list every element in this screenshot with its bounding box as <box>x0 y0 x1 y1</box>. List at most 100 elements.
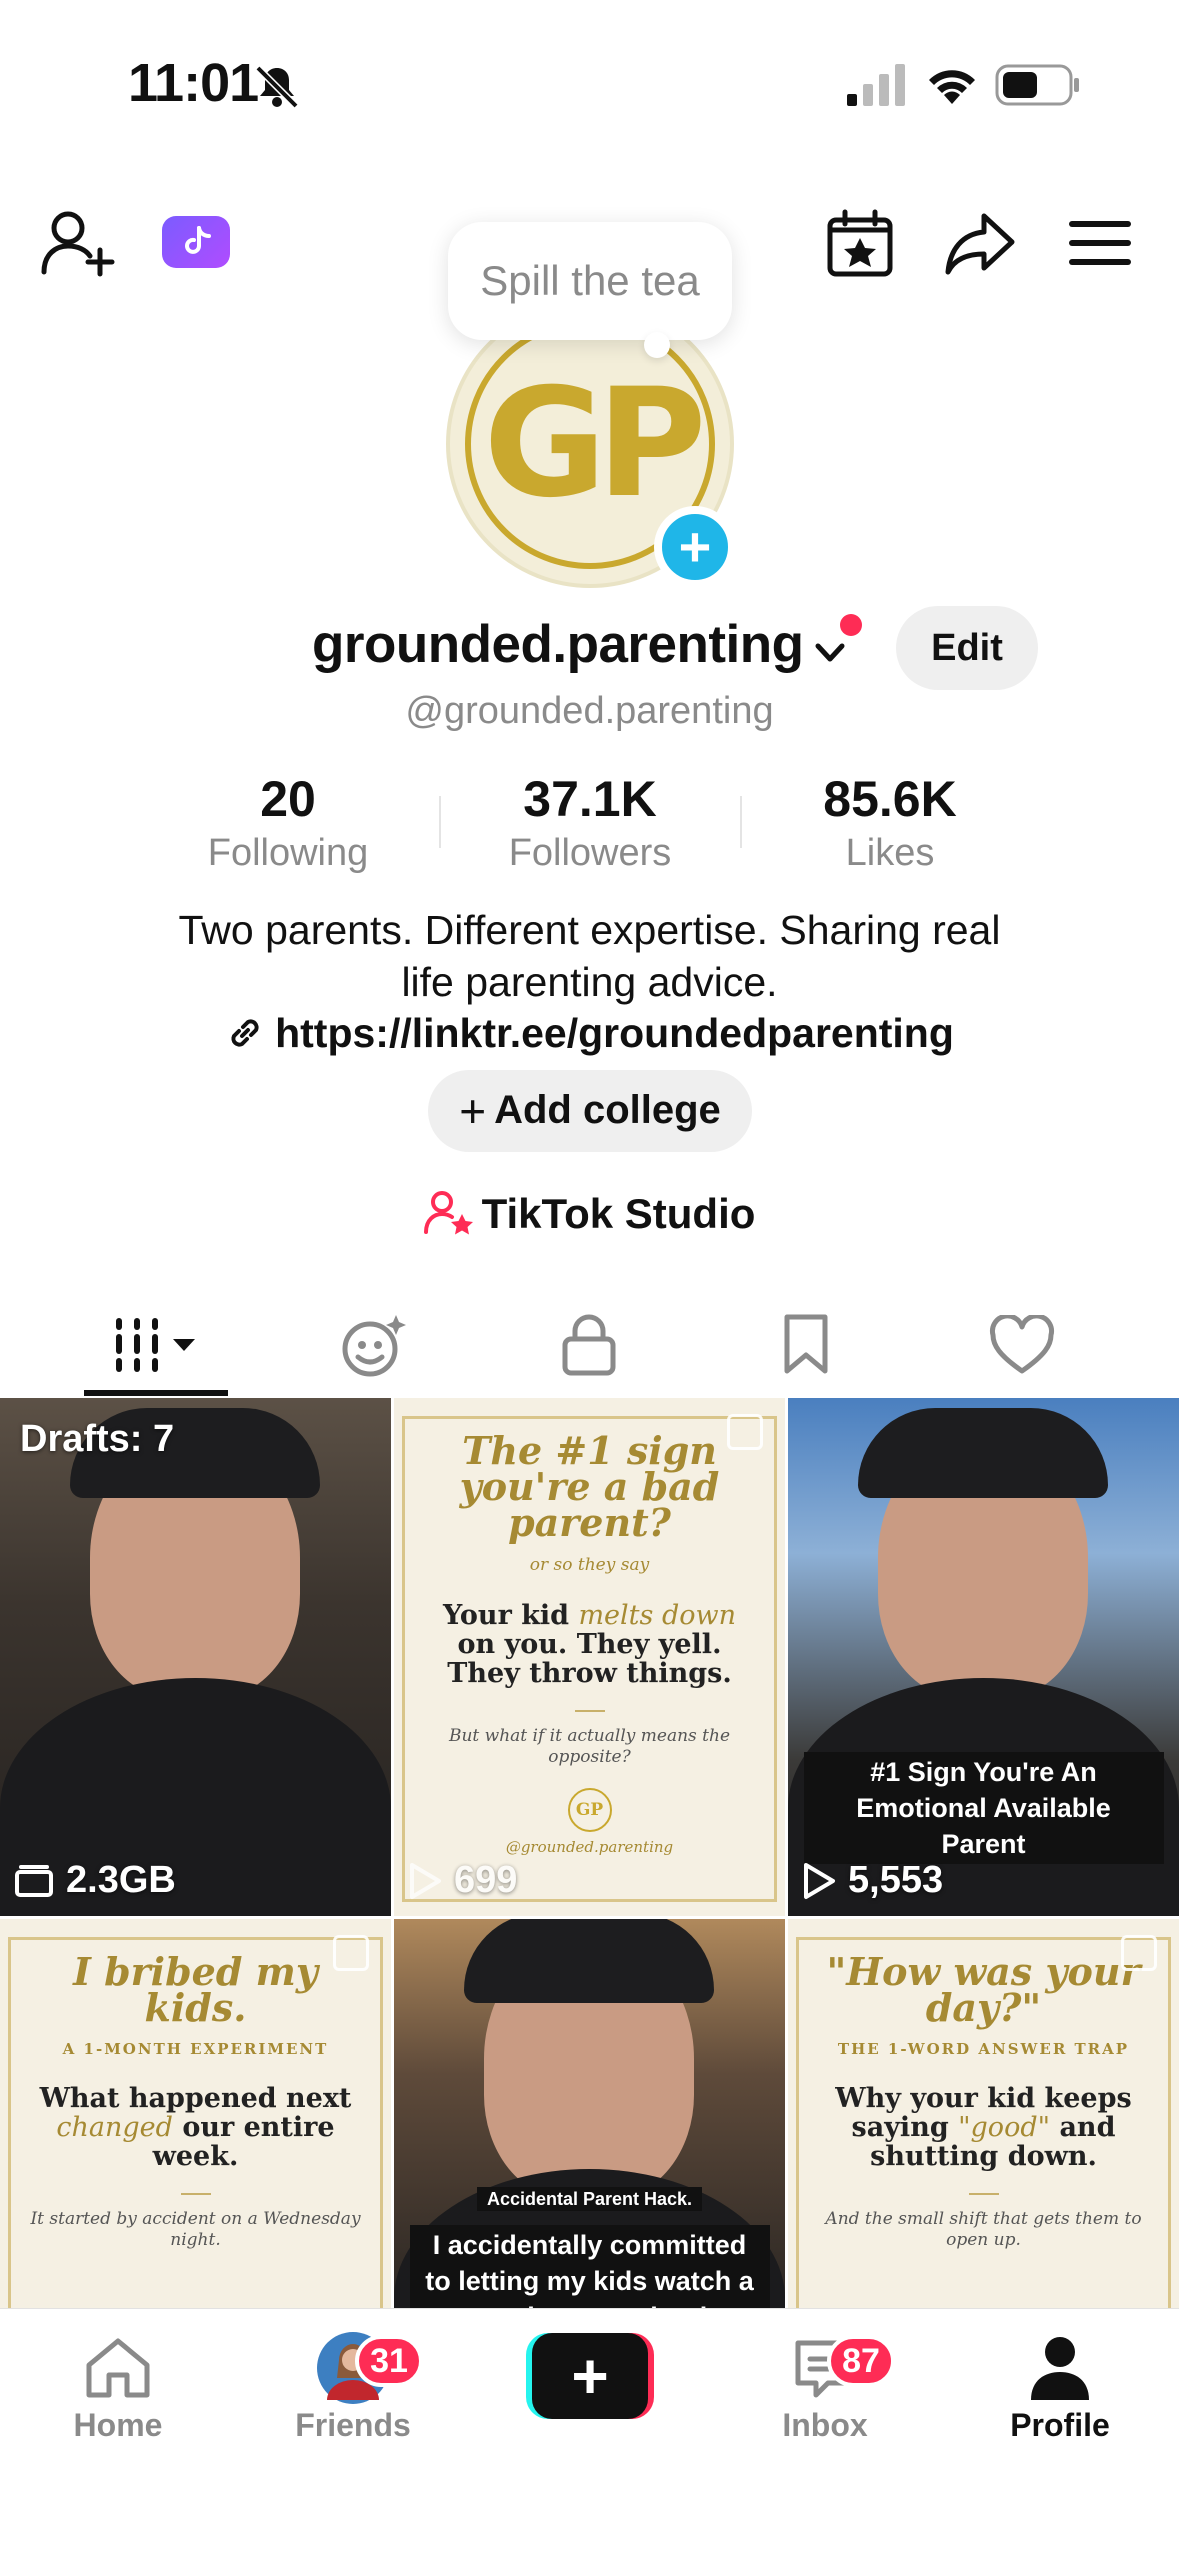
select-checkbox[interactable] <box>1121 1935 1157 1971</box>
inbox-badge: 87 <box>827 2335 895 2387</box>
add-story-plus-icon[interactable]: + <box>654 506 736 588</box>
nav-friends[interactable]: Friends 31 <box>263 2329 443 2444</box>
select-checkbox[interactable] <box>727 1414 763 1450</box>
caption-small-text: Accidental Parent Hack. <box>476 2187 703 2211</box>
lock-icon <box>562 1314 616 1376</box>
post-body: What happened next changed our entire we… <box>27 2084 364 2171</box>
video-tile[interactable]: Accidental Parent Hack. I accidentally c… <box>394 1919 785 2308</box>
nav-inbox[interactable]: Inbox 87 <box>735 2329 915 2444</box>
play-icon <box>410 1862 441 1899</box>
stat-followers[interactable]: 37.1K Followers <box>440 770 740 875</box>
video-tile[interactable]: I bribed my kids. A 1-MONTH EXPERIMENT W… <box>0 1919 391 2308</box>
add-friend-icon[interactable] <box>40 208 116 278</box>
stat-value: 85.6K <box>823 771 957 827</box>
display-name[interactable]: grounded.parenting <box>312 614 804 675</box>
battery-icon <box>995 64 1079 106</box>
stat-following[interactable]: 20 Following <box>138 770 438 875</box>
share-icon[interactable] <box>944 210 1016 278</box>
post-graphic: "How was your day?" THE 1-WORD ANSWER TR… <box>796 1937 1171 2308</box>
friends-badge: 31 <box>355 2335 423 2387</box>
post-kicker: THE 1-WORD ANSWER TRAP <box>837 2040 1130 2058</box>
divider <box>968 2193 999 2195</box>
post-title: The #1 sign you're a bad parent? <box>459 1428 720 1545</box>
tab-private[interactable] <box>509 1290 669 1400</box>
gp-logo: GP <box>567 1788 612 1832</box>
add-college-label: Add college <box>494 1088 721 1132</box>
drafts-storage: 2.3GB <box>14 1859 176 1902</box>
music-note-icon <box>185 226 211 254</box>
nav-label: Friends <box>295 2407 411 2443</box>
video-grid: Drafts: 7 2.3GB The #1 sign you're a bad… <box>0 1398 1179 2308</box>
stat-label: Following <box>207 832 369 874</box>
post-graphic: The #1 sign you're a bad parent? or so t… <box>402 1416 777 1902</box>
create-button[interactable]: + <box>526 2333 654 2419</box>
post-graphic: I bribed my kids. A 1-MONTH EXPERIMENT W… <box>8 1937 383 2308</box>
bio-text: Two parents. Different expertise. Sharin… <box>178 907 1001 1005</box>
tab-reposts[interactable] <box>293 1290 453 1400</box>
tiktok-badge-icon[interactable] <box>162 216 230 268</box>
profile-link[interactable]: https://linktr.ee/groundedparenting <box>0 1010 1179 1057</box>
video-tile[interactable]: The #1 sign you're a bad parent? or so t… <box>394 1398 785 1916</box>
divider <box>574 1710 605 1712</box>
stat-value: 37.1K <box>523 771 657 827</box>
heart-icon <box>989 1315 1055 1374</box>
stat-label: Followers <box>508 832 672 874</box>
storage-size: 2.3GB <box>66 1859 176 1901</box>
calendar-star-icon[interactable] <box>825 208 895 278</box>
studio-label: TikTok Studio <box>481 1190 756 1237</box>
edit-profile-button[interactable]: Edit <box>896 606 1038 690</box>
drafts-tile[interactable]: Drafts: 7 2.3GB <box>0 1398 391 1916</box>
add-college-button[interactable]: + Add college <box>428 1070 752 1152</box>
video-caption: #1 Sign You're An Emotional Available Pa… <box>788 1752 1179 1864</box>
nav-home[interactable]: Home <box>28 2329 208 2444</box>
chevron-down-icon[interactable] <box>810 632 850 672</box>
plus-icon: + <box>459 1085 487 1137</box>
thumbnail-cap <box>464 1919 714 2003</box>
view-count: 699 <box>408 1859 517 1902</box>
active-tab-indicator <box>84 1390 228 1396</box>
post-small-text: And the small shift that gets them to op… <box>825 2209 1142 2250</box>
cell-signal-icon <box>847 64 905 106</box>
nav-profile[interactable]: Profile <box>970 2329 1150 2444</box>
thumbnail-cap <box>858 1408 1108 1498</box>
post-body-em: "good" <box>958 2112 1051 2143</box>
grid-icon <box>116 1318 195 1372</box>
folder-icon <box>15 1864 53 1897</box>
home-icon <box>86 2338 150 2398</box>
tab-liked[interactable] <box>942 1290 1102 1400</box>
note-tooltip[interactable]: Spill the tea <box>448 222 732 340</box>
post-small-text: It started by accident on a Wednesday ni… <box>30 2209 361 2250</box>
caption-text: I accidentally committed to letting my k… <box>409 2225 770 2308</box>
tiktok-studio-link[interactable]: TikTok Studio <box>0 1190 1179 1238</box>
post-footer-handle: @grounded.parenting <box>505 1838 674 1856</box>
post-title: I bribed my kids. <box>73 1949 318 2030</box>
video-tile[interactable]: "How was your day?" THE 1-WORD ANSWER TR… <box>788 1919 1179 2308</box>
studio-person-star-icon <box>423 1191 473 1235</box>
face-sparkle-icon <box>342 1315 406 1377</box>
video-tile[interactable]: #1 Sign You're An Emotional Available Pa… <box>788 1398 1179 1916</box>
user-handle: @grounded.parenting <box>405 690 774 732</box>
link-icon <box>231 1019 259 1047</box>
stat-value: 20 <box>260 771 316 827</box>
view-count: 5,553 <box>802 1859 943 1902</box>
stat-likes[interactable]: 85.6K Likes <box>740 770 1040 875</box>
divider <box>180 2193 211 2195</box>
tooltip-text: Spill the tea <box>480 257 700 304</box>
menu-icon[interactable] <box>1068 218 1132 268</box>
post-small-text: But what if it actually means the opposi… <box>448 1726 731 1767</box>
post-body: Why your kid keeps saying "good" and shu… <box>815 2084 1152 2171</box>
post-kicker: A 1-MONTH EXPERIMENT <box>62 2040 329 2058</box>
post-body-b: our entire week. <box>152 2112 335 2172</box>
profile-icon <box>1031 2337 1089 2400</box>
post-body-a: What happened next <box>39 2083 352 2114</box>
post-body-a: Your kid <box>443 1600 570 1631</box>
views: 5,553 <box>848 1859 944 1901</box>
tab-videos[interactable] <box>76 1290 236 1400</box>
post-body-b: on you. They yell. They throw things. <box>447 1629 732 1689</box>
select-checkbox[interactable] <box>333 1935 369 1971</box>
caption-text: #1 Sign You're An Emotional Available Pa… <box>803 1752 1164 1864</box>
nav-label: Profile <box>1010 2407 1110 2443</box>
content-tabs <box>0 1290 1179 1400</box>
post-title: "How was your day?" <box>826 1949 1141 2030</box>
tab-favorites[interactable] <box>726 1290 886 1400</box>
